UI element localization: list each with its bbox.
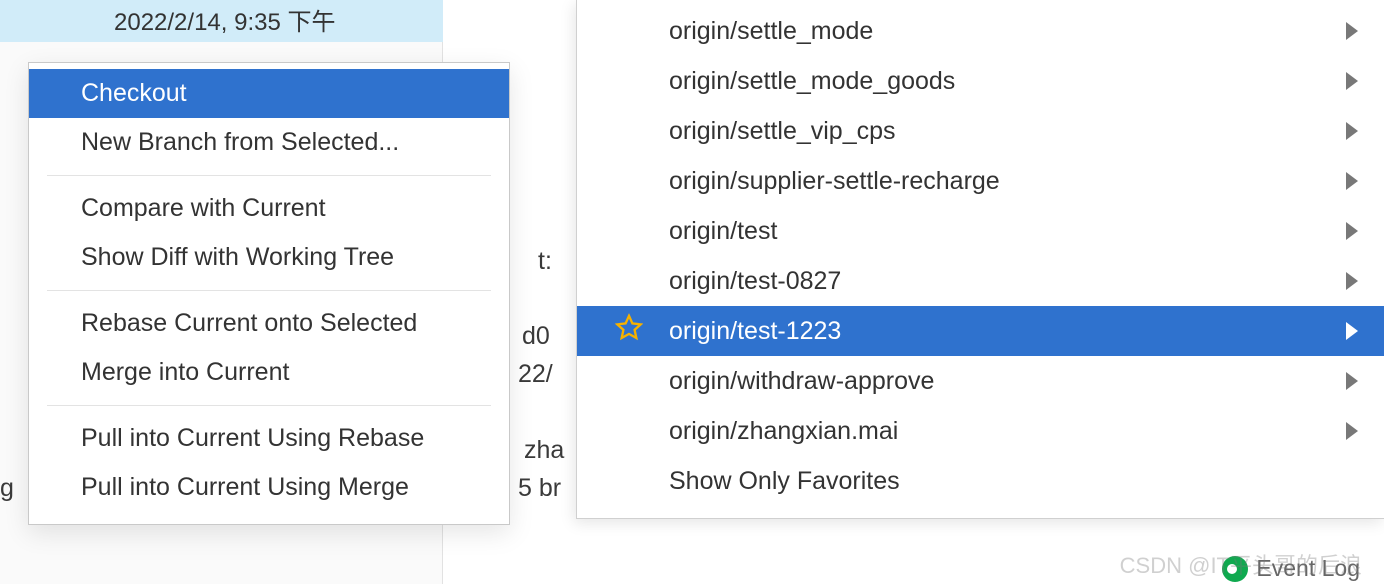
commit-timestamp: 2022/2/14, 9:35 下午	[0, 0, 443, 42]
remote-branch-item[interactable]: origin/settle_vip_cps	[577, 106, 1384, 156]
remote-branch-submenu: origin/settle_mode origin/settle_mode_goo…	[576, 0, 1384, 519]
menu-item-new-branch[interactable]: New Branch from Selected...	[29, 118, 509, 167]
menu-item-compare[interactable]: Compare with Current	[29, 184, 509, 233]
event-log-button[interactable]: Event Log	[1222, 555, 1360, 582]
chevron-right-icon	[1346, 272, 1358, 290]
chevron-right-icon	[1346, 22, 1358, 40]
menu-item-merge[interactable]: Merge into Current	[29, 348, 509, 397]
menu-item-checkout[interactable]: Checkout	[29, 69, 509, 118]
remote-branch-item[interactable]: origin/test	[577, 206, 1384, 256]
remote-branch-item[interactable]: origin/test-1223	[577, 306, 1384, 356]
menu-item-show-favorites[interactable]: Show Only Favorites	[577, 456, 1384, 506]
branch-label: origin/supplier-settle-recharge	[669, 167, 1346, 196]
menu-item-show-diff[interactable]: Show Diff with Working Tree	[29, 233, 509, 282]
background-text-fragment: t:	[538, 247, 552, 276]
branch-label: origin/settle_mode	[669, 17, 1346, 46]
remote-branch-item[interactable]: origin/supplier-settle-recharge	[577, 156, 1384, 206]
branch-label: origin/test-1223	[669, 317, 1346, 346]
branch-label: origin/settle_vip_cps	[669, 117, 1346, 146]
background-text-fragment: zha	[524, 436, 564, 465]
remote-branch-item[interactable]: origin/zhangxian.mai	[577, 406, 1384, 456]
menu-item-rebase[interactable]: Rebase Current onto Selected	[29, 299, 509, 348]
remote-branch-item[interactable]: origin/settle_mode_goods	[577, 56, 1384, 106]
menu-item-pull-merge[interactable]: Pull into Current Using Merge	[29, 463, 509, 512]
branch-label: origin/settle_mode_goods	[669, 67, 1346, 96]
remote-branch-item[interactable]: origin/settle_mode	[577, 6, 1384, 56]
branch-label: Show Only Favorites	[669, 467, 1358, 496]
background-text-fragment: g	[0, 474, 14, 503]
chevron-right-icon	[1346, 422, 1358, 440]
chevron-right-icon	[1346, 222, 1358, 240]
remote-branch-item[interactable]: origin/withdraw-approve	[577, 356, 1384, 406]
background-text-fragment: 22/	[518, 360, 553, 389]
branch-label: origin/withdraw-approve	[669, 367, 1346, 396]
chevron-right-icon	[1346, 122, 1358, 140]
background-text-fragment: d0	[522, 322, 550, 351]
branch-context-menu: Checkout New Branch from Selected... Com…	[28, 62, 510, 525]
chevron-right-icon	[1346, 172, 1358, 190]
background-text-fragment: 5 br	[518, 474, 561, 503]
event-log-icon	[1222, 556, 1248, 582]
branch-label: origin/test-0827	[669, 267, 1346, 296]
menu-item-pull-rebase[interactable]: Pull into Current Using Rebase	[29, 414, 509, 463]
chevron-right-icon	[1346, 372, 1358, 390]
star-icon	[615, 314, 643, 349]
chevron-right-icon	[1346, 322, 1358, 340]
menu-separator	[47, 175, 491, 176]
menu-separator	[47, 290, 491, 291]
chevron-right-icon	[1346, 72, 1358, 90]
branch-label: origin/zhangxian.mai	[669, 417, 1346, 446]
remote-branch-item[interactable]: origin/test-0827	[577, 256, 1384, 306]
branch-label: origin/test	[669, 217, 1346, 246]
menu-separator	[47, 405, 491, 406]
event-log-label: Event Log	[1256, 555, 1360, 582]
